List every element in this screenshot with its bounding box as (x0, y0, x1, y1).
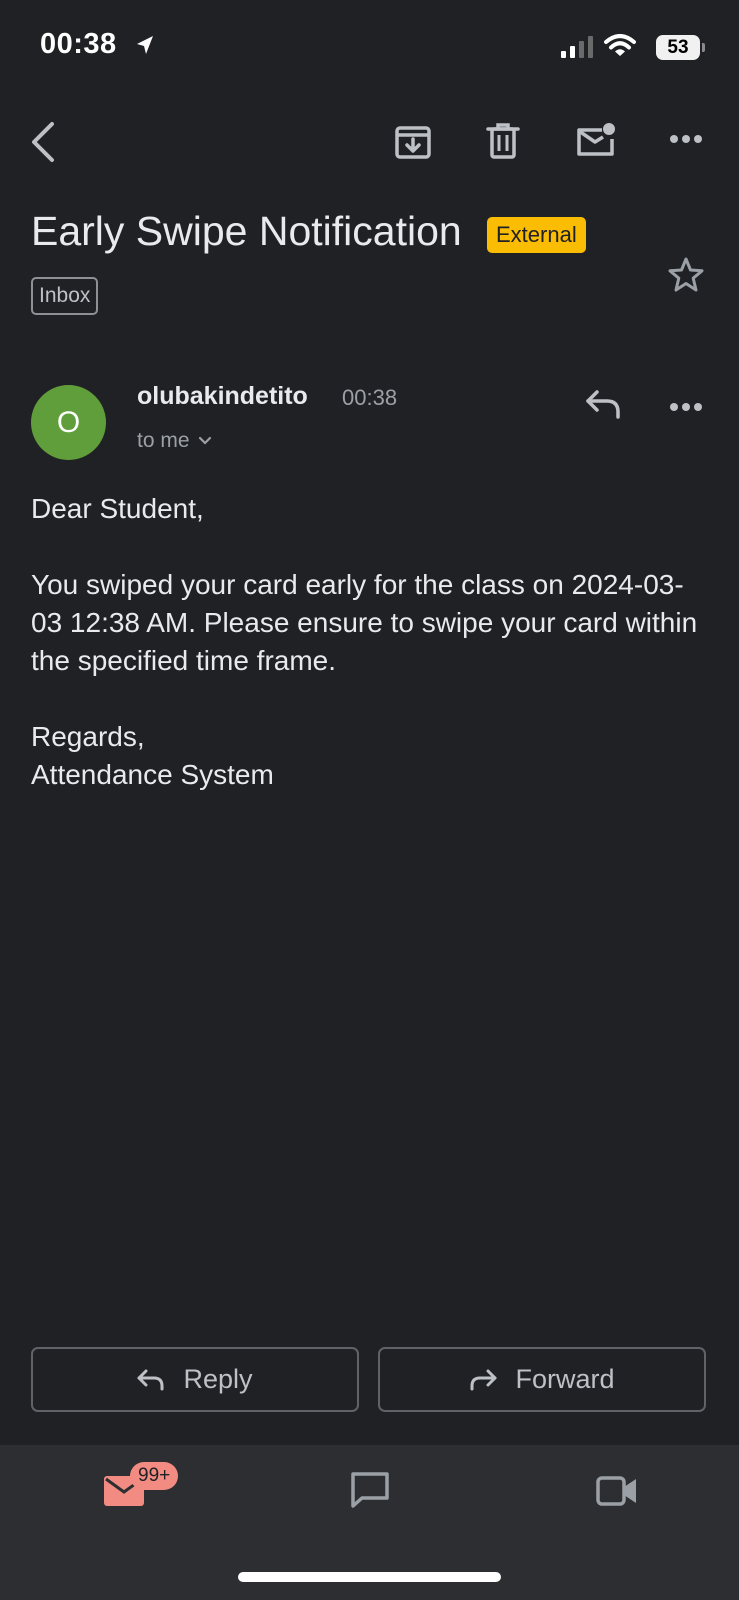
email-greeting: Dear Student, (31, 493, 204, 524)
mail-unread-icon (577, 123, 615, 156)
meet-tab[interactable] (596, 1475, 638, 1507)
email-body: Dear Student, You swiped your card early… (31, 490, 711, 794)
chevron-down-icon (198, 436, 211, 445)
more-options-button[interactable] (669, 134, 703, 144)
sender-name[interactable]: olubakindetito (137, 382, 308, 411)
wifi-icon (604, 34, 636, 58)
forward-button[interactable]: Forward (378, 1347, 706, 1412)
reply-icon (586, 390, 620, 419)
trash-icon (486, 123, 520, 159)
sender-time: 00:38 (342, 385, 398, 410)
cellular-signal-icon (561, 36, 593, 58)
email-subject: Early Swipe Notification (31, 208, 462, 254)
archive-button[interactable] (394, 124, 432, 160)
battery-indicator: 53 (656, 35, 700, 60)
email-signature: Attendance System (31, 759, 274, 790)
battery-nub (702, 43, 705, 52)
location-arrow-icon (135, 34, 155, 56)
chat-bubble-icon (351, 1472, 389, 1508)
reply-icon-button[interactable] (585, 389, 621, 419)
reply-icon (137, 1369, 164, 1390)
more-horizontal-icon (670, 403, 702, 411)
email-message: You swiped your card early for the class… (31, 569, 698, 676)
star-button[interactable] (667, 257, 705, 293)
reply-label: Reply (183, 1364, 253, 1394)
video-camera-icon (596, 1476, 636, 1506)
reply-button[interactable]: Reply (31, 1347, 359, 1412)
recipient-details-toggle[interactable]: to me (137, 429, 212, 453)
status-time: 00:38 (40, 28, 117, 60)
mail-unread-badge: 99+ (130, 1462, 179, 1490)
back-button[interactable] (28, 120, 58, 164)
mark-unread-button[interactable] (575, 121, 617, 159)
delete-button[interactable] (486, 122, 520, 160)
external-badge: External (487, 217, 586, 253)
message-more-button[interactable] (669, 402, 703, 412)
star-icon (668, 257, 704, 292)
chevron-left-icon (32, 122, 54, 162)
archive-icon (395, 126, 431, 159)
sender-avatar[interactable]: O (31, 385, 106, 460)
folder-label-chip[interactable]: Inbox (31, 277, 99, 315)
chat-tab[interactable] (350, 1471, 390, 1509)
more-horizontal-icon (670, 135, 702, 143)
forward-label: Forward (515, 1364, 615, 1394)
home-indicator (238, 1572, 501, 1582)
email-closing: Regards, (31, 721, 145, 752)
forward-icon (470, 1369, 497, 1390)
recipient-label: to me (137, 429, 190, 452)
